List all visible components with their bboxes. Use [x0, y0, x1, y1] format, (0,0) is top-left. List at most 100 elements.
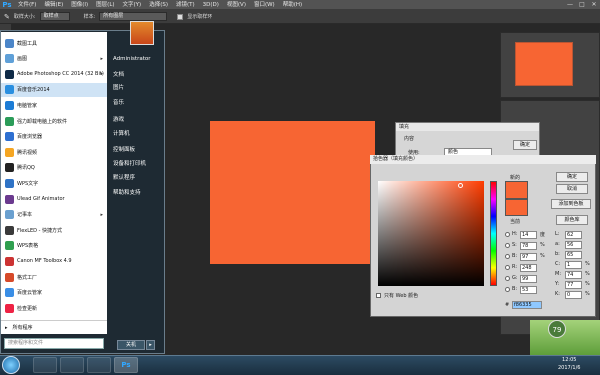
color-libraries-button[interactable]: 颜色库 — [556, 215, 588, 225]
menu-edit[interactable]: 编辑(E) — [40, 0, 67, 10]
taskbar-explorer-button[interactable] — [33, 357, 57, 373]
start-menu-item[interactable]: 格式工厂 — [1, 270, 107, 284]
channel-label: R: — [512, 264, 518, 270]
user-avatar[interactable] — [130, 21, 154, 45]
start-menu-places: Administrator 文档图片音乐游戏计算机控制面板设备和打印机 默认程序帮助… — [109, 32, 165, 332]
shutdown-button[interactable]: 关机 — [117, 340, 145, 350]
start-menu-place[interactable]: 默认程序 — [113, 173, 135, 181]
new-color-label: 新的 — [510, 175, 521, 181]
start-search-input[interactable]: 搜索程序和文件 — [4, 338, 104, 349]
maximize-button[interactable]: □ — [576, 0, 588, 10]
start-menu-item[interactable]: 画图 ▸ — [1, 52, 107, 66]
hex-label: # — [505, 302, 510, 308]
start-menu-item[interactable]: 记事本 ▸ — [1, 208, 107, 222]
channel-input[interactable]: 56 — [565, 241, 582, 249]
eyedropper-icon[interactable]: ✎ — [4, 13, 10, 21]
close-button[interactable]: ✕ — [588, 0, 600, 10]
app-icon — [5, 132, 14, 142]
channel-label: M: — [555, 271, 561, 277]
document-canvas[interactable] — [210, 121, 375, 264]
start-menu-item[interactable]: Adobe Photoshop CC 2014 (32 Bit) ▸ — [1, 67, 107, 81]
navigator-thumbnail[interactable] — [515, 42, 573, 86]
start-menu-item[interactable]: 百度浏览器 — [1, 130, 107, 144]
channel-input[interactable]: 65 — [565, 251, 582, 259]
channel-input[interactable]: 74 — [565, 271, 582, 279]
taskbar-tencent-button[interactable] — [87, 357, 111, 373]
channel-radio[interactable] — [505, 254, 510, 259]
channel-input[interactable]: 62 — [565, 231, 582, 239]
start-menu-item[interactable]: Ulead Gif Animator — [1, 192, 107, 206]
start-menu-item-label: WPS表格 — [17, 243, 39, 250]
all-programs[interactable]: ▸ 所有程序 — [1, 320, 107, 334]
start-menu-place[interactable]: 图片 — [113, 83, 124, 91]
taskbar-clock[interactable]: 12:05 2017/1/6 — [558, 356, 580, 372]
channel-input[interactable]: 53 — [520, 286, 537, 294]
start-menu-place[interactable]: 计算机 — [113, 129, 130, 137]
menu-3d[interactable]: 3D(D) — [199, 0, 223, 10]
start-menu-item[interactable]: 强力卸载电脑上的软件 — [1, 114, 107, 128]
channel-radio[interactable] — [505, 287, 510, 292]
lab-cmyk-fields: L: 62 a: 56 b: 65 C: 1% M: 74% Y: 77% K: 0% — [555, 231, 595, 301]
start-menu-place[interactable]: 文档 — [113, 70, 124, 78]
taskbar-security-button[interactable] — [60, 357, 84, 373]
add-swatch-button[interactable]: 添加到色板 — [551, 199, 591, 209]
channel-input[interactable]: 78 — [520, 242, 537, 250]
sample-label: 样本: — [83, 14, 96, 20]
menu-help[interactable]: 帮助(H) — [279, 0, 306, 10]
start-menu-item[interactable]: 电脑管家 — [1, 98, 107, 112]
start-menu-item[interactable]: Canon MF Toolbox 4.9 — [1, 254, 107, 268]
channel-input[interactable]: 1 — [565, 261, 582, 269]
start-menu-item[interactable]: FlexLED - 快捷方式 — [1, 223, 107, 237]
channel-radio[interactable] — [505, 243, 510, 248]
menu-image[interactable]: 图像(I) — [67, 0, 92, 10]
taskbar-photoshop-button[interactable]: Ps — [114, 357, 138, 373]
channel-input[interactable]: 97 — [520, 253, 537, 261]
start-menu-place[interactable]: Administrator — [113, 56, 151, 62]
channel-input[interactable]: 248 — [520, 264, 537, 272]
sample-size-select[interactable]: 取样点 — [39, 12, 70, 21]
menu-window[interactable]: 窗口(W) — [250, 0, 279, 10]
start-menu-item[interactable]: 检查更新 — [1, 301, 107, 315]
shutdown-options-button[interactable]: ▸ — [146, 340, 155, 350]
channel-input[interactable]: 0 — [565, 291, 582, 299]
minimize-button[interactable]: — — [564, 0, 576, 10]
sample-select[interactable]: 所有图层 — [99, 12, 168, 21]
picker-cancel-button[interactable]: 取消 — [556, 184, 588, 194]
hex-input[interactable]: f86335 — [512, 301, 542, 309]
hue-slider[interactable] — [490, 181, 497, 286]
menu-file[interactable]: 文件(F) — [14, 0, 40, 10]
channel-input[interactable]: 99 — [520, 275, 537, 283]
start-menu-place[interactable]: 音乐 — [113, 98, 124, 106]
start-menu-item[interactable]: 截图工具 — [1, 36, 107, 50]
app-icon — [5, 225, 14, 235]
menu-layer[interactable]: 图层(L) — [92, 0, 118, 10]
show-ring-checkbox[interactable] — [177, 13, 184, 20]
picker-ok-button[interactable]: 确定 — [556, 172, 588, 182]
menu-type[interactable]: 文字(Y) — [119, 0, 146, 10]
start-menu-place[interactable]: 游戏 — [113, 115, 124, 123]
menu-filter[interactable]: 滤镜(T) — [172, 0, 199, 10]
current-color-swatch[interactable] — [505, 199, 528, 216]
channel-radio[interactable] — [505, 265, 510, 270]
start-menu-item[interactable]: 腾讯视频 — [1, 145, 107, 159]
menu-view[interactable]: 视图(V) — [223, 0, 250, 10]
start-menu-item[interactable]: 百度音乐2014 — [1, 82, 107, 97]
channel-input[interactable]: 14 — [520, 231, 537, 239]
photoshop-logo: Ps — [2, 0, 12, 9]
start-menu-item[interactable]: WPS表格 — [1, 239, 107, 253]
start-menu-item[interactable]: WPS文字 — [1, 176, 107, 190]
fill-ok-button[interactable]: 确定 — [513, 140, 537, 150]
web-only-checkbox[interactable] — [376, 293, 381, 298]
start-menu-place[interactable]: 帮助和支持 — [113, 188, 141, 196]
start-menu-item[interactable]: 百度云管家 — [1, 286, 107, 300]
color-field[interactable] — [378, 181, 484, 286]
start-menu-place[interactable]: 控制面板 — [113, 145, 135, 153]
channel-radio[interactable] — [505, 276, 510, 281]
channel-radio[interactable] — [505, 232, 510, 237]
start-menu-item[interactable]: 腾讯QQ — [1, 161, 107, 175]
channel-unit: % — [585, 271, 590, 277]
channel-input[interactable]: 77 — [565, 281, 582, 289]
start-menu-place[interactable]: 设备和打印机 — [113, 159, 146, 167]
menu-select[interactable]: 选择(S) — [145, 0, 172, 10]
start-button[interactable] — [2, 356, 20, 374]
